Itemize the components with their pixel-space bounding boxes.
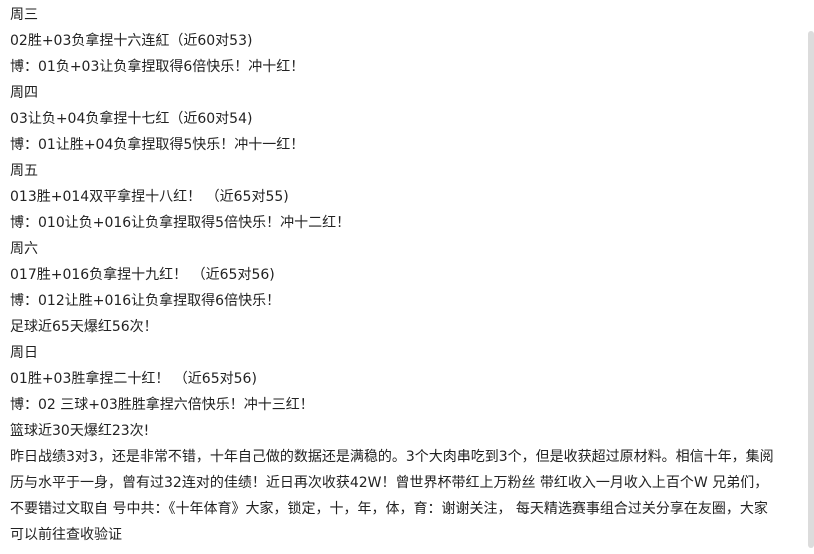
day-heading: 周四 [10,85,38,101]
closing-paragraph: 昨日战绩3对3，还是非常不错，十年自己做的数据还是满稳的。3个大肉串吃到3个，但… [10,449,774,543]
article-content: 周三 02胜+03负拿捏十六连紅（近60对53) 博：01负+03让负拿捏取得6… [10,2,775,548]
day-heading: 周六 [10,241,38,257]
result-line: 017胜+016负拿捏十九红！ （近65对56) [10,267,275,283]
summary-line: 篮球近30天爆红23次! [10,423,150,439]
result-line: 博：010让负+016让负拿捏取得5倍快乐！冲十二红！ [10,215,351,231]
result-line: 03让负+04负拿捏十七红（近60对54) [10,111,253,127]
vertical-scrollbar[interactable] [808,31,814,548]
result-line: 博：012让胜+016让负拿捏取得6倍快乐！ [10,293,281,309]
result-line: 博：01让胜+04负拿捏取得5快乐！冲十一红！ [10,137,305,153]
result-line: 博：01负+03让负拿捏取得6倍快乐！冲十红！ [10,59,305,75]
result-line: 博：02 三球+03胜胜拿捏六倍快乐！冲十三红！ [10,397,314,413]
result-line: 02胜+03负拿捏十六连紅（近60对53) [10,33,253,49]
result-line: 013胜+014双平拿捏十八红！ （近65对55) [10,189,289,205]
day-heading: 周三 [10,7,38,23]
result-line: 01胜+03胜拿捏二十红！ （近65对56) [10,371,257,387]
day-heading: 周五 [10,163,38,179]
summary-line: 足球近65天爆红56次！ [10,319,158,335]
day-heading: 周日 [10,345,38,361]
